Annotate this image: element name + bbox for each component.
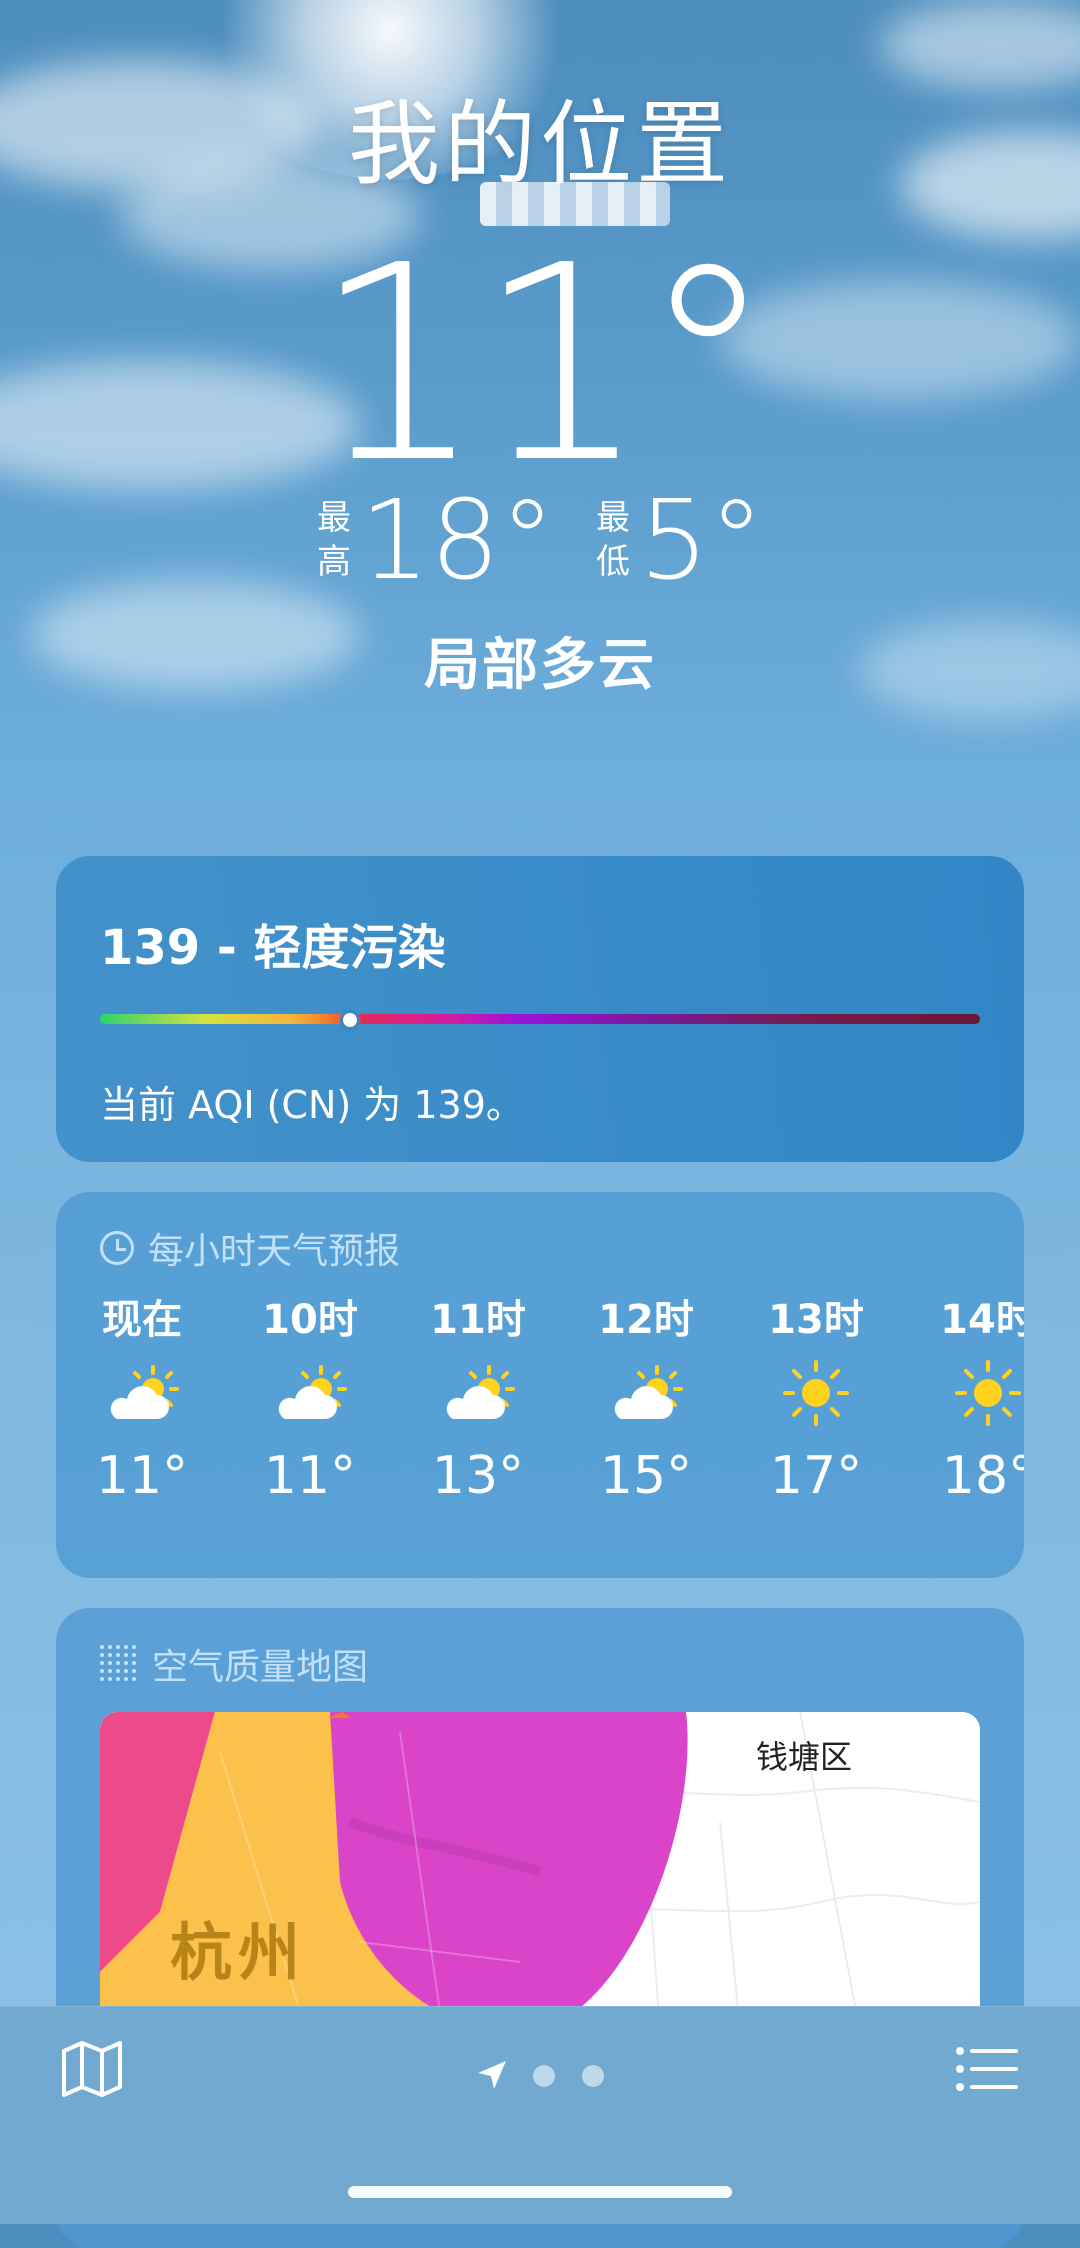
hour-time: 12时 <box>598 1297 694 1343</box>
hour-time: 13时 <box>768 1297 864 1343</box>
air-quality-dots-icon <box>100 1645 138 1683</box>
hour-item: 12时 15° <box>576 1292 716 1506</box>
low-value: 5° <box>638 476 764 604</box>
aqi-description: 当前 AQI (CN) 为 139。 <box>100 1083 524 1127</box>
hour-temp: 13° <box>431 1446 525 1506</box>
clock-icon <box>100 1231 134 1265</box>
location-arrow-icon[interactable] <box>474 2057 510 2093</box>
map-label-district: 钱塘区 <box>756 1738 853 1776</box>
list-icon[interactable] <box>956 2045 1018 2093</box>
high-temp-group: 最高 18° <box>316 485 555 595</box>
hour-time: 现在 <box>102 1297 182 1343</box>
hourly-title: 每小时天气预报 <box>148 1231 401 1272</box>
high-value: 18° <box>360 476 555 604</box>
sun-icon <box>783 1360 849 1426</box>
hour-temp: 18° <box>941 1446 1024 1506</box>
air-map-title: 空气质量地图 <box>152 1647 369 1688</box>
home-indicator[interactable] <box>348 2186 732 2198</box>
aqi-indicator-dot <box>340 1010 360 1030</box>
aqi-gradient-bar <box>100 1014 980 1024</box>
map-label-city: 杭州 <box>170 1916 307 1989</box>
hour-temp: 11° <box>263 1446 357 1506</box>
partly-cloudy-icon <box>446 1365 515 1419</box>
hour-temp: 15° <box>599 1446 693 1506</box>
low-temp-group: 最低 5° <box>595 485 764 595</box>
hour-item: 10时 11° <box>240 1292 380 1506</box>
hour-temp: 11° <box>95 1446 189 1506</box>
page-indicator-dot[interactable] <box>582 2065 604 2087</box>
high-low-temps: 最高 18° 最低 5° <box>0 485 1080 595</box>
high-label: 最高 <box>317 498 351 582</box>
partly-cloudy-icon <box>110 1365 179 1419</box>
partly-cloudy-icon <box>278 1365 347 1419</box>
page-indicator-dot[interactable] <box>533 2065 555 2087</box>
hour-item: 现在 11° <box>72 1292 212 1506</box>
hourly-header: 每小时天气预报 <box>100 1222 400 1274</box>
aqi-card[interactable]: 139 - 轻度污染 当前 AQI (CN) 为 139。 <box>56 856 1024 1162</box>
hour-time: 10时 <box>262 1297 358 1343</box>
current-temperature: 11° <box>312 207 776 522</box>
hourly-scroll[interactable]: 现在 11° 10时 11° 11时 13° 12时 15° 13时 17° 1… <box>56 1292 1024 1552</box>
hour-time: 14时 <box>940 1297 1024 1343</box>
hourly-forecast-card[interactable]: 每小时天气预报 现在 11° 10时 11° 11时 13° 12时 15° 1… <box>56 1192 1024 1578</box>
air-map-header: 空气质量地图 <box>100 1638 368 1690</box>
hour-time: 11时 <box>430 1297 526 1343</box>
aqi-title: 139 - 轻度污染 <box>100 920 446 976</box>
hour-item: 11时 13° <box>408 1292 548 1506</box>
hour-item: 13时 17° <box>746 1292 886 1506</box>
weather-condition: 局部多云 <box>424 633 656 698</box>
air-quality-map[interactable]: 钱塘区 杭州 <box>100 1712 980 2032</box>
hour-temp: 17° <box>769 1446 863 1506</box>
partly-cloudy-icon <box>614 1365 683 1419</box>
sun-icon <box>955 1360 1021 1426</box>
map-icon[interactable] <box>60 2039 124 2099</box>
low-label: 最低 <box>595 498 630 582</box>
hour-item: 14时 18° <box>918 1292 1024 1506</box>
